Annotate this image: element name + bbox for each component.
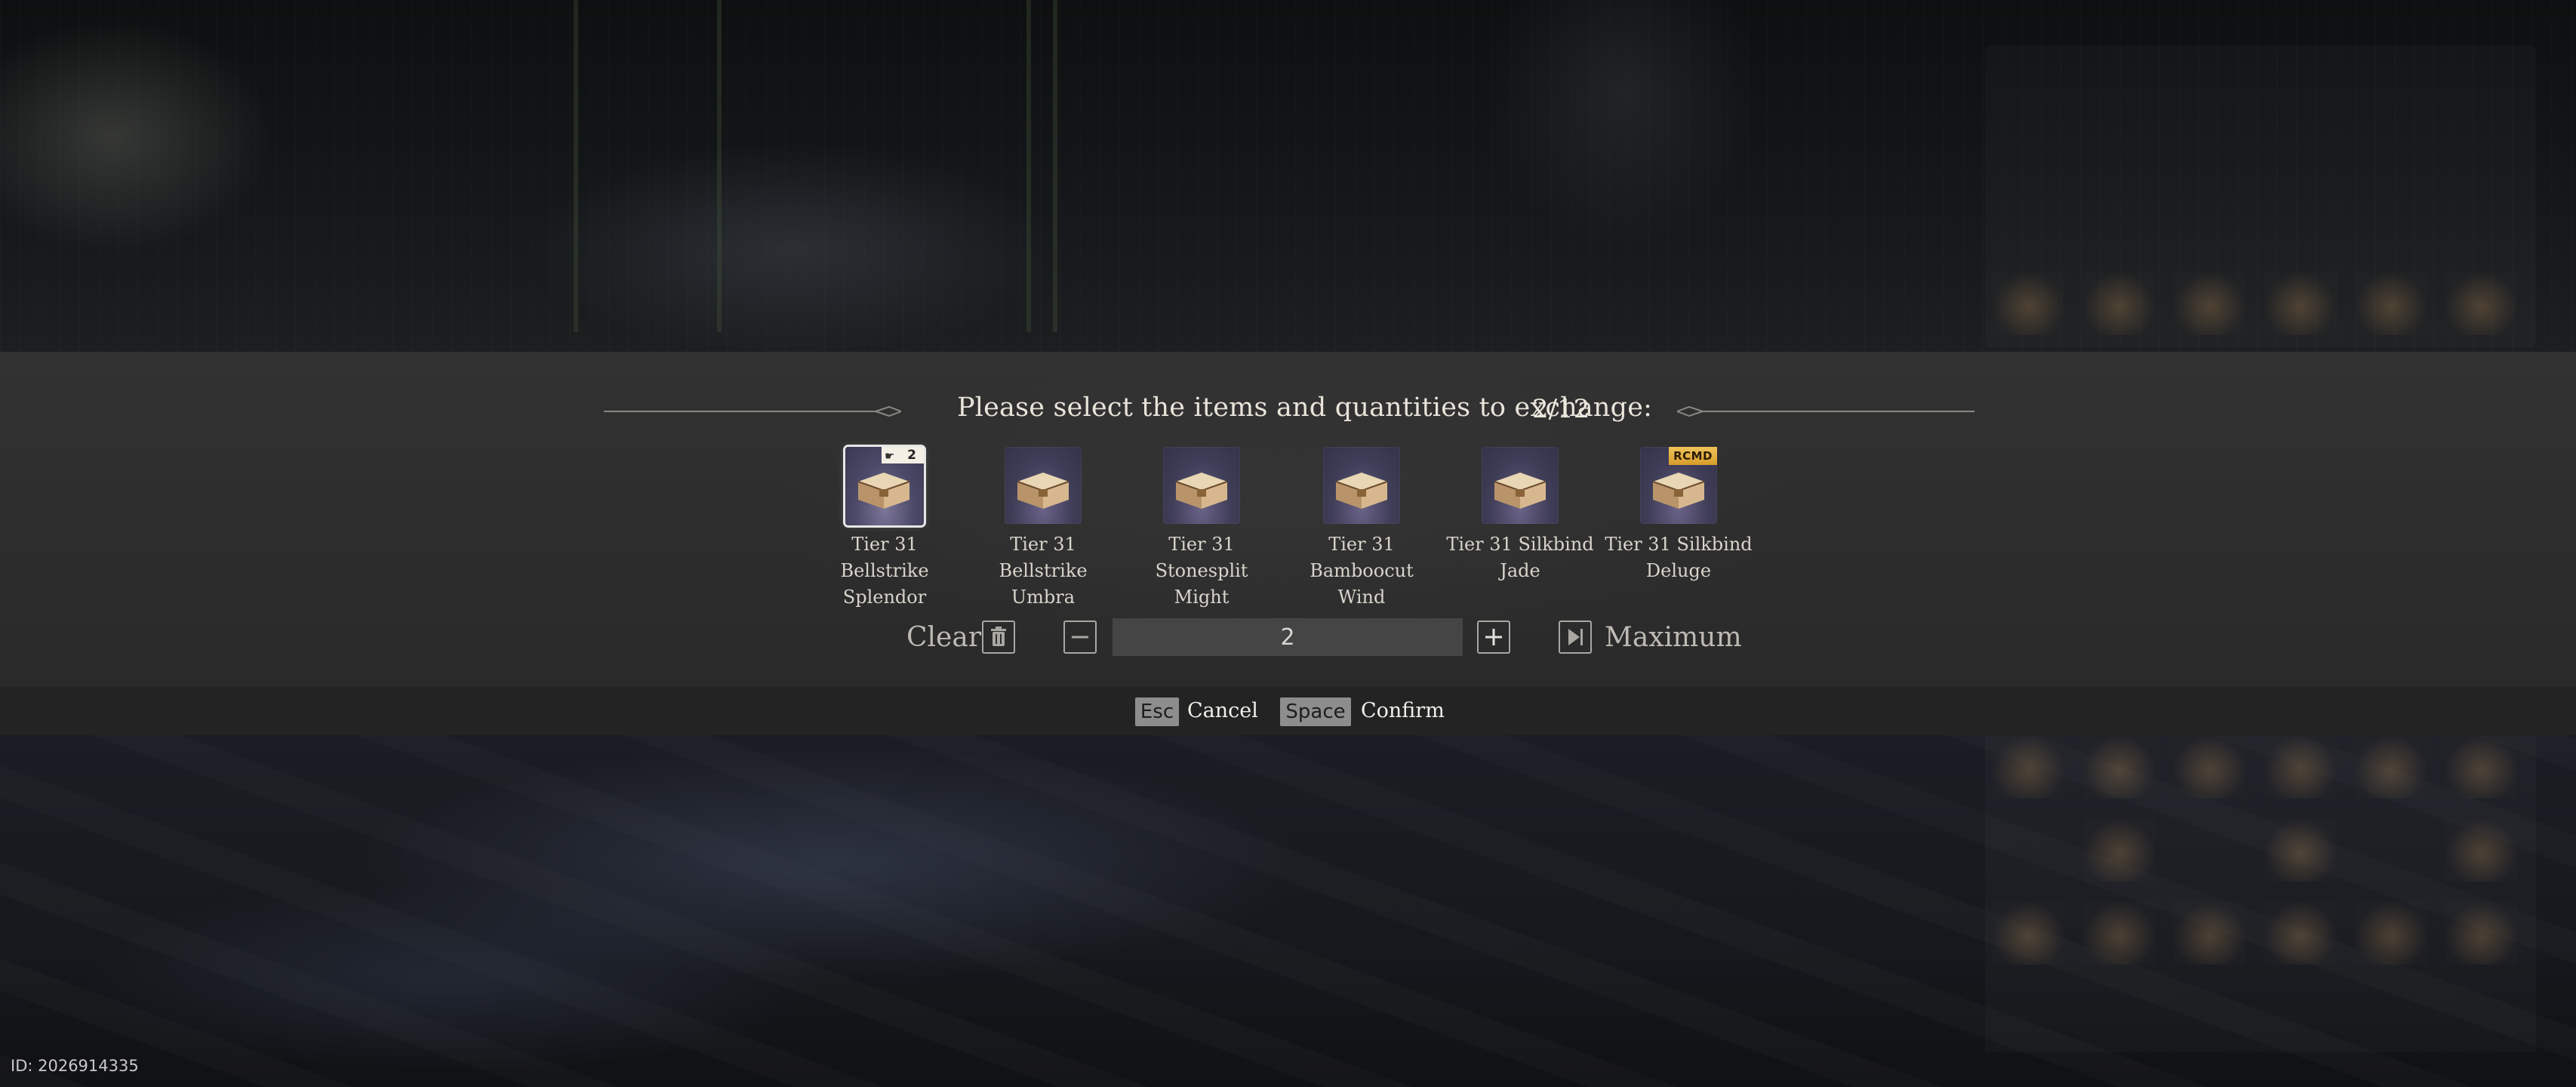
background-bamboo <box>1026 0 1031 332</box>
chest-icon <box>1652 473 1705 509</box>
background-inventory-panel <box>1985 45 2536 347</box>
background-slot <box>2355 735 2427 799</box>
item-label: Tier 31 Bamboocut Wind <box>1310 534 1414 608</box>
background-scene-top <box>0 0 2576 352</box>
background-slot <box>2083 735 2156 799</box>
item-label: Tier 31 Bellstrike Umbra <box>999 534 1088 608</box>
decrease-button[interactable] <box>1063 620 1097 654</box>
clear-label[interactable]: Clear <box>906 622 981 653</box>
quantity-badge: ☛ 2 <box>882 447 924 463</box>
space-key-hint[interactable]: Space <box>1280 697 1351 726</box>
background-bamboo <box>574 0 578 332</box>
background-slot <box>2083 901 2156 965</box>
recommended-badge: RCMD <box>1669 447 1717 465</box>
exchange-item-bamboocut-wind[interactable]: Tier 31 Bamboocut Wind <box>1288 447 1436 608</box>
dialog-header: Please select the items and quantities t… <box>0 390 2576 435</box>
title-ornament-right <box>1677 406 1974 417</box>
background-slot <box>2445 901 2518 965</box>
background-slot <box>2355 901 2427 965</box>
background-slot <box>2445 735 2518 799</box>
hand-cursor-icon: ☛ <box>885 449 895 463</box>
exchange-item-bellstrike-splendor[interactable]: ☛ 2 Tier 31 Bellstrike Splendor <box>811 447 959 608</box>
item-slot[interactable]: ☛ 2 <box>845 447 924 525</box>
maximum-button[interactable] <box>1559 620 1592 654</box>
item-slot[interactable] <box>1163 447 1240 524</box>
trash-glyph <box>991 627 1006 646</box>
exchange-item-silkbind-deluge[interactable]: RCMD Tier 31 Silkbind Deluge <box>1605 447 1753 590</box>
game-screen: Please select the items and quantities t… <box>0 0 2576 1087</box>
selection-counter: 2/12 <box>1532 394 1590 424</box>
background-slot <box>2355 272 2427 335</box>
cancel-label[interactable]: Cancel <box>1187 699 1258 722</box>
background-slot <box>2264 818 2337 882</box>
player-id: ID: 2026914335 <box>11 1057 139 1075</box>
background-slot <box>2445 272 2518 335</box>
minus-icon <box>1072 636 1088 639</box>
exchange-item-silkbind-jade[interactable]: Tier 31 Silkbind Jade <box>1446 447 1594 590</box>
background-slot <box>1993 735 2065 799</box>
plus-icon <box>1485 629 1502 645</box>
quantity-controls: Clear 2 Maximum <box>0 616 2576 660</box>
background-slot <box>2083 818 2156 882</box>
background-slot <box>2264 901 2337 965</box>
item-slot[interactable] <box>1482 447 1559 524</box>
background-slot <box>2174 735 2246 799</box>
chest-icon <box>1335 473 1388 509</box>
item-label: Tier 31 Silkbind Deluge <box>1605 534 1753 581</box>
item-slot[interactable] <box>1005 447 1082 524</box>
item-slot[interactable] <box>1323 447 1400 524</box>
background-scene-bottom <box>0 735 2576 1087</box>
background-slot <box>2264 272 2337 335</box>
chest-icon <box>1494 473 1547 509</box>
esc-key-hint[interactable]: Esc <box>1135 697 1179 726</box>
trash-icon[interactable] <box>982 620 1015 654</box>
chest-icon <box>1175 473 1228 509</box>
confirm-label[interactable]: Confirm <box>1361 699 1445 722</box>
maximum-label[interactable]: Maximum <box>1605 622 1742 653</box>
quantity-input[interactable] <box>1113 618 1463 656</box>
item-slot[interactable]: RCMD <box>1640 447 1717 524</box>
exchange-item-stonesplit-might[interactable]: Tier 31 Stonesplit Might <box>1128 447 1276 608</box>
background-slot <box>2445 818 2518 882</box>
exchange-item-bellstrike-umbra[interactable]: Tier 31 Bellstrike Umbra <box>969 447 1117 608</box>
item-label: Tier 31 Bellstrike Splendor <box>840 534 929 608</box>
title-ornament-left <box>604 406 901 417</box>
skip-to-end-icon <box>1568 629 1583 645</box>
background-bamboo <box>717 0 722 332</box>
background-inventory-panel <box>1985 735 2536 1052</box>
background-slot <box>2264 735 2337 799</box>
chest-icon <box>1017 473 1069 509</box>
item-label: Tier 31 Stonesplit Might <box>1155 534 1248 608</box>
chest-icon <box>857 473 910 509</box>
background-slot <box>1993 901 2065 965</box>
background-slot <box>2174 901 2246 965</box>
increase-button[interactable] <box>1477 620 1510 654</box>
background-slot <box>2174 272 2246 335</box>
item-label: Tier 31 Silkbind Jade <box>1446 534 1594 581</box>
background-slot <box>1993 272 2065 335</box>
background-slot <box>2083 272 2156 335</box>
background-bamboo <box>1053 0 1057 332</box>
